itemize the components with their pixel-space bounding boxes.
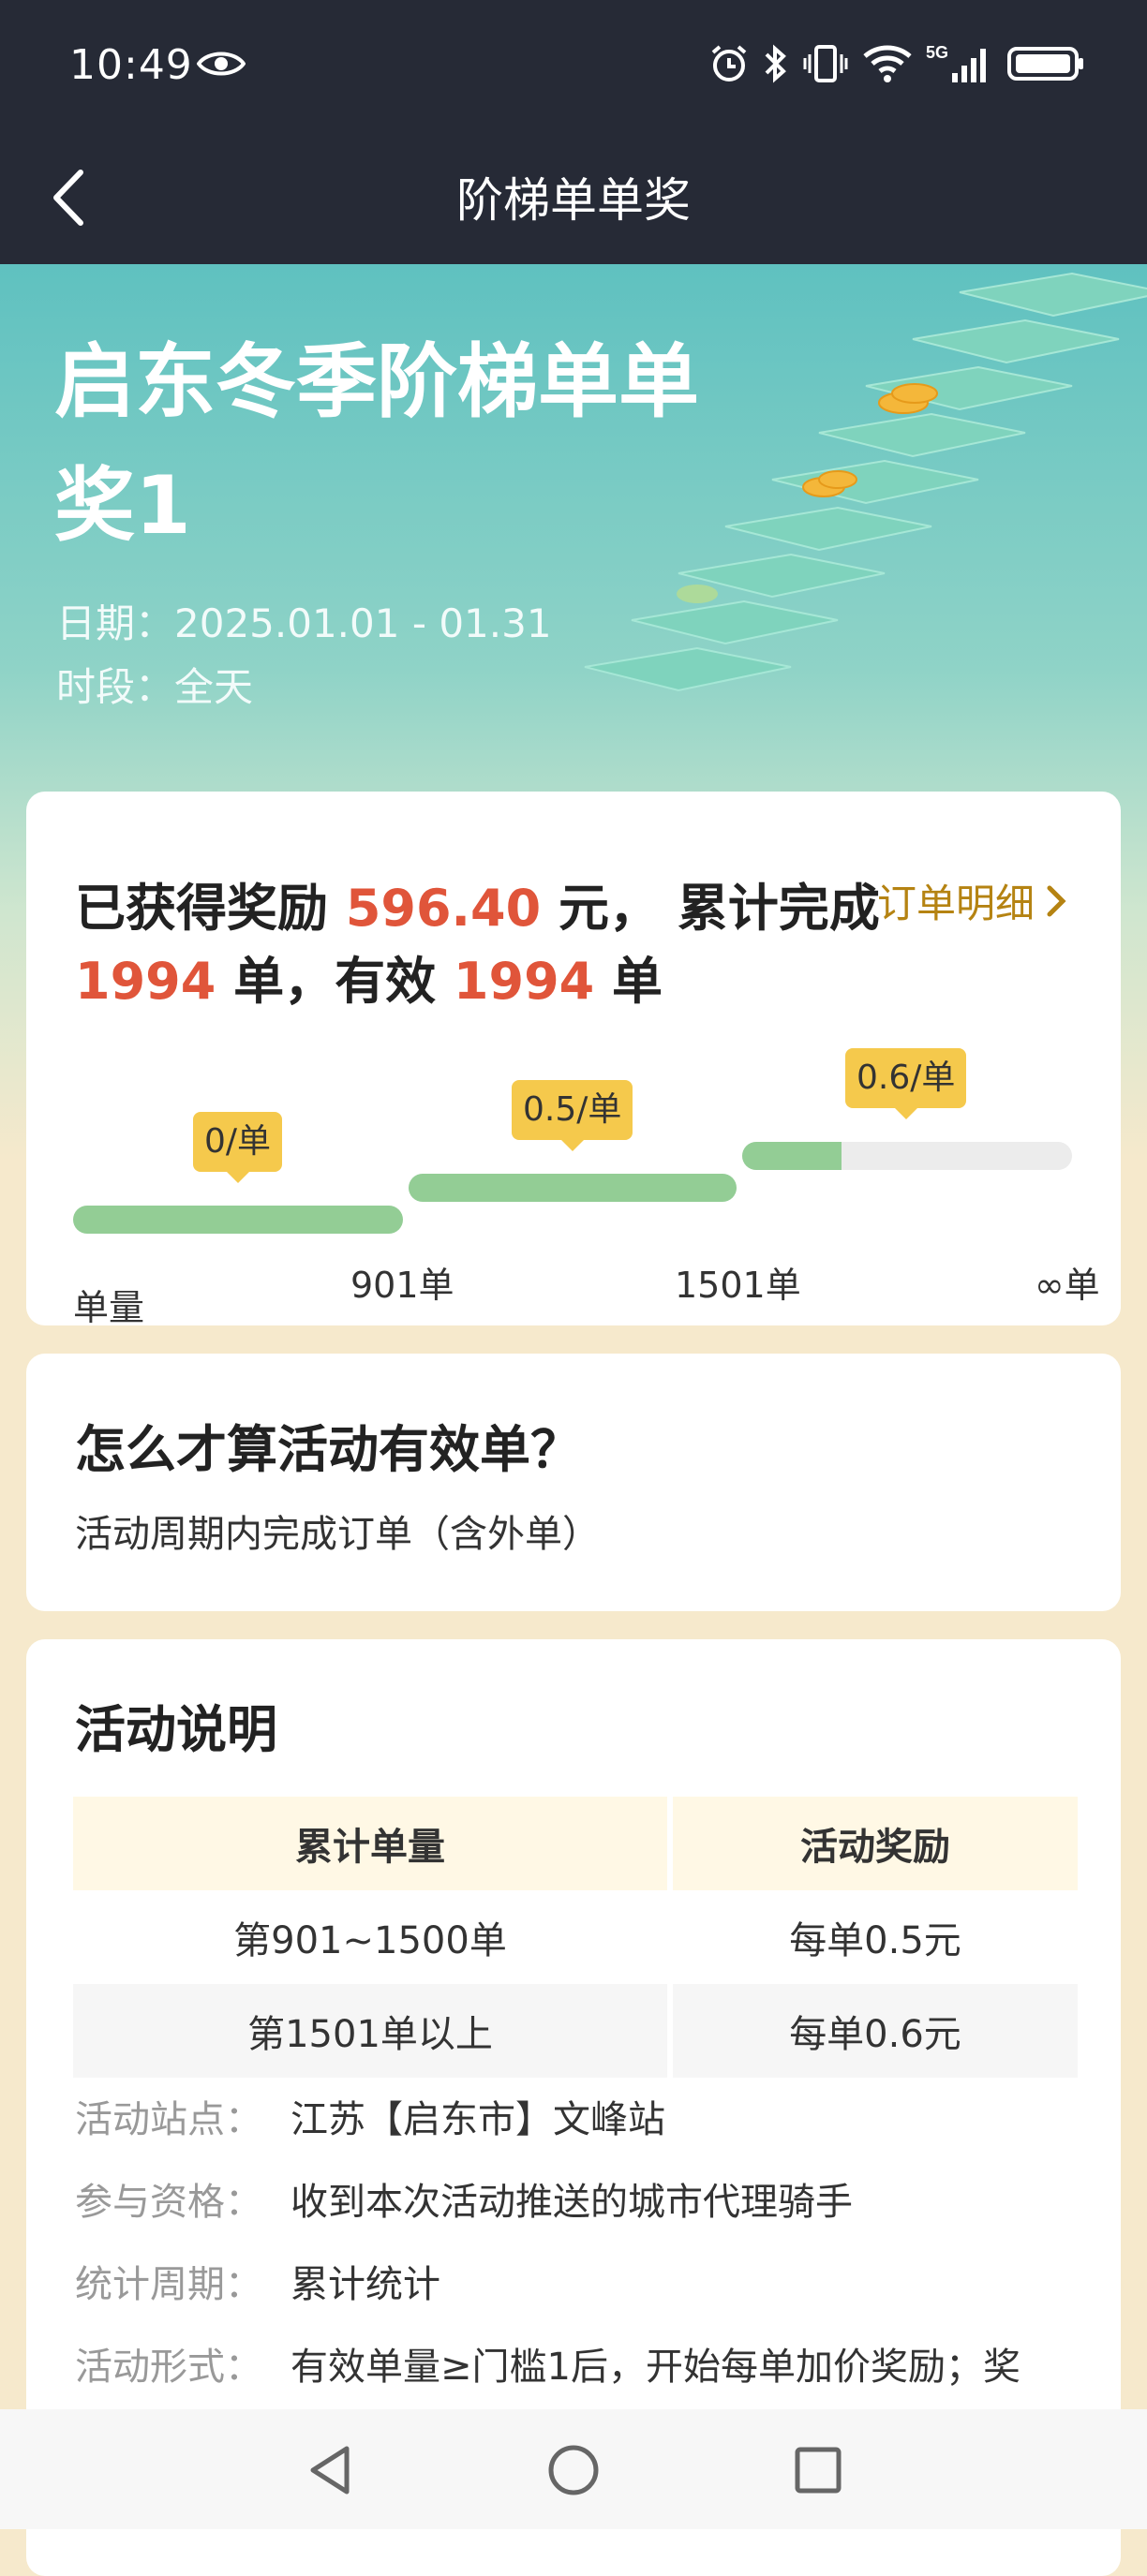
info-value: 累计统计 [290,2263,440,2306]
eye-icon [197,52,246,76]
reward-unit: 元， [559,879,661,938]
nav-recents-icon[interactable] [785,2437,851,2503]
signal-5g-icon: 5G [926,43,986,82]
completed-unit: 单，有效 [233,952,437,1011]
info-label: 活动形式： [75,2346,262,2389]
battery-icon [1007,47,1083,81]
tier-progress-fill [742,1142,842,1170]
table-cell: 第901~1500单 [233,1919,507,1962]
tier-progress-bar [742,1142,1072,1170]
tick-label: 901单 [350,1265,454,1306]
info-row-site: 活动站点： 江苏【启东市】文峰站 [75,2089,665,2143]
order-detail-link[interactable]: 订单明细 [877,872,1068,929]
completed-label: 累计完成 [677,879,880,938]
valid-count: 1994 [453,952,595,1011]
reward-amount: 596.40 [345,879,542,938]
tier-rate-tag: 0.6/单 [845,1048,967,1119]
table-cell: 第1501单以上 [73,1984,667,2078]
valid-order-card: 怎么才算活动有效单？ 活动周期内完成订单（含外单） [26,1354,1121,1611]
svg-text:5G: 5G [926,43,948,62]
reward-prefix: 已获得奖励 [75,879,328,938]
status-bar: 10:49 5G [0,0,1147,131]
reward-summary-line1: 已获得奖励 596.40 元， 累计完成 [75,866,880,940]
tier-rate-tag: 0.5/单 [512,1080,633,1151]
table-header-row: 累计单量 活动奖励 [73,1797,1078,1890]
wifi-icon [863,45,912,82]
chevron-right-icon [1047,885,1066,916]
info-value: 收到本次活动推送的城市代理骑手 [290,2181,853,2224]
info-label: 活动站点： [75,2098,262,2141]
info-row-period: 统计周期： 累计统计 [75,2254,440,2308]
table-cell: 每单0.5元 [789,1919,961,1962]
status-time: 10:49 [69,41,193,89]
info-row-format: 活动形式： 有效单量≥门槛1后，开始每单加价奖励；奖 [75,2336,1020,2391]
nav-home-icon[interactable] [541,2437,606,2503]
tick-label: 1501单 [675,1265,801,1306]
reward-card: 已获得奖励 596.40 元， 累计完成 订单明细 1994 单，有效 1994… [26,792,1121,1328]
activity-date: 日期：2025.01.01 - 01.31 [56,600,552,646]
app-header: 阶梯单单奖 [0,131,1147,264]
valid-unit: 单 [612,952,663,1011]
tier-rate-tag: 0/单 [193,1112,283,1183]
table-header-cell: 累计单量 [73,1797,667,1890]
info-label: 参与资格： [75,2181,262,2224]
table-row: 第1501单以上 每单0.6元 [73,1984,1078,2078]
table-cell: 每单0.6元 [673,1984,1078,2078]
tick-label: 单量 [73,1287,145,1328]
hero-title: 启东冬季阶梯单单奖1 [54,335,699,553]
info-row-eligibility: 参与资格： 收到本次活动推送的城市代理骑手 [75,2171,853,2226]
status-icons: 5G [708,39,1085,88]
bluetooth-icon [765,44,786,83]
activity-period: 时段：全天 [56,664,254,710]
activity-description-title: 活动说明 [75,1700,277,1759]
page-title: 阶梯单单奖 [456,173,691,228]
table-row: 第901~1500单 每单0.5元 [73,1890,1078,1984]
valid-order-text: 活动周期内完成订单（含外单） [75,1513,600,1556]
info-value: 有效单量≥门槛1后，开始每单加价奖励；奖 [290,2346,1020,2389]
alarm-icon [711,45,747,81]
tier-bar [409,1174,737,1202]
info-value: 江苏【启东市】文峰站 [290,2098,665,2141]
completed-count: 1994 [75,952,216,1011]
info-label: 统计周期： [75,2263,262,2306]
vibrate-icon [803,45,848,82]
tick-label: ∞单 [1035,1265,1100,1306]
reward-table: 累计单量 活动奖励 第901~1500单 每单0.5元 第1501单以上 每单0… [73,1797,1078,2078]
table-header-cell: 活动奖励 [673,1797,1078,1890]
system-nav-bar [0,2409,1147,2529]
nav-back-icon[interactable] [298,2437,364,2503]
tier-bar [73,1206,403,1234]
valid-order-title: 怎么才算活动有效单？ [75,1420,581,1479]
order-detail-label: 订单明细 [877,881,1035,926]
reward-summary-line2: 1994 单，有效 1994 单 [75,940,663,1014]
